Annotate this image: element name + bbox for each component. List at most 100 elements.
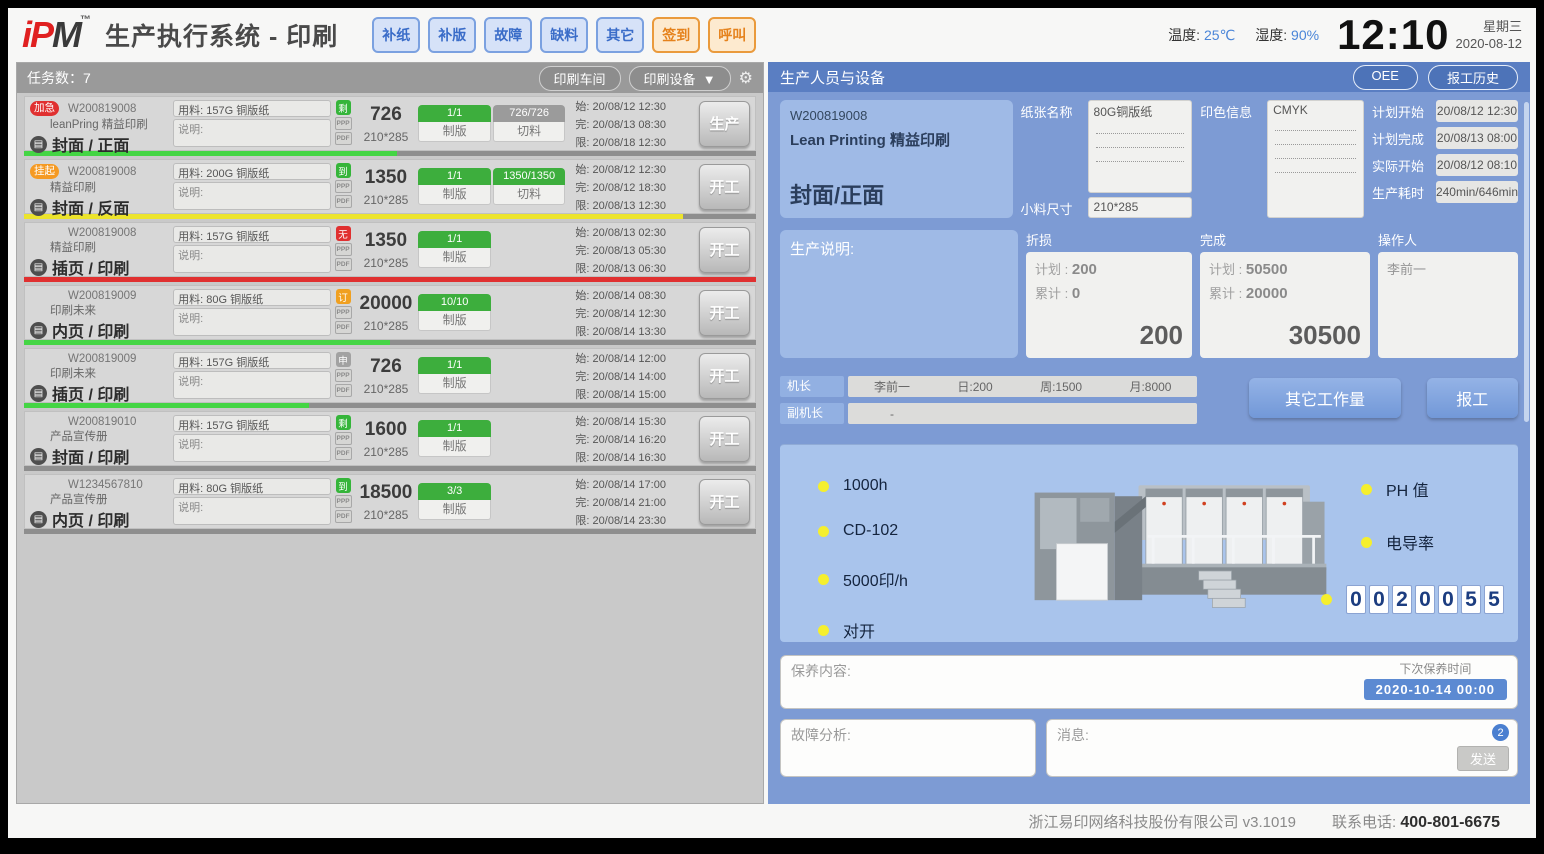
bullet-icon	[1321, 594, 1332, 605]
detail-title: 生产人员与设备	[780, 67, 885, 88]
pdf-file-icon[interactable]: PDF	[335, 447, 352, 460]
pdf-file-icon[interactable]: PDF	[335, 384, 352, 397]
ppp-file-icon[interactable]: PPP	[335, 306, 352, 319]
pdf-file-icon[interactable]: PDF	[335, 510, 352, 523]
task-action-button[interactable]: 生产	[699, 101, 750, 147]
vice-captain-info: -	[848, 403, 1197, 424]
task-name: 精益印刷	[30, 179, 171, 195]
bullet-icon	[818, 481, 829, 492]
message-count-badge: 2	[1492, 724, 1509, 741]
material-status-icon: 无	[336, 226, 351, 241]
task-action-button[interactable]: 开工	[699, 227, 750, 273]
machine-section: 1000h CD-102 5000印/h 对开	[780, 444, 1518, 642]
quantity: 1350	[356, 167, 417, 189]
clock-time: 12:10	[1337, 11, 1449, 59]
task-action-button[interactable]: 开工	[699, 290, 750, 336]
machine-specs-left: 1000h CD-102 5000印/h 对开	[818, 477, 908, 642]
sheet-size: 210*285	[356, 445, 417, 459]
signin-button[interactable]: 签到	[652, 17, 700, 53]
send-button[interactable]: 发送	[1457, 746, 1509, 771]
device-select[interactable]: 印刷设备 ▼	[629, 66, 731, 91]
task-row[interactable]: W200819009 印刷未来 ▤插页 / 印刷 用料: 157G 铜版纸 说明…	[24, 348, 756, 408]
fault-button[interactable]: 故障	[484, 17, 532, 53]
fault-analysis-box[interactable]: 故障分析:	[780, 719, 1036, 777]
quantity: 726	[356, 104, 417, 126]
sheet-size: 210*285	[356, 130, 417, 144]
printing-press-image	[1020, 459, 1330, 631]
oee-button[interactable]: OEE	[1353, 65, 1418, 90]
task-id: W1234567810	[68, 479, 143, 491]
task-id: W200819008	[68, 227, 136, 239]
task-row[interactable]: 挂起W200819008 精益印刷 ▤封面 / 反面 用料: 200G 铜版纸 …	[24, 159, 756, 219]
paper-refill-button[interactable]: 补纸	[372, 17, 420, 53]
ppp-file-icon[interactable]: PPP	[335, 369, 352, 382]
pdf-file-icon[interactable]: PDF	[335, 258, 352, 271]
material-field: 用料: 157G 铜版纸	[173, 415, 331, 432]
task-action-button[interactable]: 开工	[699, 416, 750, 462]
production-note: 生产说明:	[780, 230, 1018, 358]
gear-icon[interactable]: ⚙	[739, 68, 753, 88]
clock-date: 星期三 2020-08-12	[1456, 18, 1523, 52]
paper-info: 纸张名称 80G铜版纸 小料尺寸 210*285	[1021, 100, 1193, 218]
task-times: 始: 20/08/14 08:30完: 20/08/14 12:30限: 20/…	[567, 289, 697, 336]
document-icon: ▤	[30, 322, 47, 339]
paper-name-field[interactable]: 80G铜版纸	[1088, 100, 1193, 193]
call-button[interactable]: 呼叫	[708, 17, 756, 53]
next-maintenance-label: 下次保养时间	[1364, 660, 1507, 677]
material-status-icon: 订	[336, 289, 351, 304]
task-stage: 封面 / 反面	[52, 195, 129, 219]
ppp-file-icon[interactable]: PPP	[335, 243, 352, 256]
plate-refill-button[interactable]: 补版	[428, 17, 476, 53]
ppp-file-icon[interactable]: PPP	[335, 180, 352, 193]
task-action-button[interactable]: 开工	[699, 164, 750, 210]
task-action-button[interactable]: 开工	[699, 353, 750, 399]
task-list-header: 任务数：7 印刷车间 印刷设备 ▼ ⚙	[17, 63, 763, 93]
ink-field[interactable]: CMYK	[1267, 100, 1364, 218]
task-stage: 插页 / 印刷	[52, 255, 129, 279]
other-button[interactable]: 其它	[596, 17, 644, 53]
pdf-file-icon[interactable]: PDF	[335, 321, 352, 334]
quantity: 1350	[356, 230, 417, 252]
task-id: W200819008	[68, 166, 136, 178]
report-history-button[interactable]: 报工历史	[1428, 65, 1518, 90]
shortage-button[interactable]: 缺料	[540, 17, 588, 53]
ppp-file-icon[interactable]: PPP	[335, 432, 352, 445]
material-status-icon: 申	[336, 352, 351, 367]
cut-label: 切料	[493, 185, 566, 205]
vice-captain-label: 副机长	[780, 403, 844, 424]
cut-count-chip: 1350/1350	[493, 168, 566, 185]
sheet-size: 210*285	[356, 193, 417, 207]
material-field: 用料: 80G 铜版纸	[173, 289, 331, 306]
captain-label: 机长	[780, 376, 844, 397]
workshop-button[interactable]: 印刷车间	[539, 66, 621, 91]
operator-name: 李前一	[1387, 259, 1509, 278]
task-name: 印刷未来	[30, 302, 171, 318]
scrollbar[interactable]	[1524, 102, 1529, 422]
task-row[interactable]: W1234567810 产品宣传册 ▤内页 / 印刷 用料: 80G 铜版纸 说…	[24, 474, 756, 534]
task-times: 始: 20/08/12 12:30完: 20/08/12 18:30限: 20/…	[567, 163, 697, 210]
pdf-file-icon[interactable]: PDF	[335, 132, 352, 145]
message-box[interactable]: 消息: 2 发送	[1046, 719, 1518, 777]
pdf-file-icon[interactable]: PDF	[335, 195, 352, 208]
report-work-button[interactable]: 报工	[1427, 378, 1518, 418]
task-row[interactable]: W200819010 产品宣传册 ▤封面 / 印刷 用料: 157G 铜版纸 说…	[24, 411, 756, 471]
note-field: 说明:	[173, 119, 331, 147]
maintenance-box[interactable]: 保养内容: 下次保养时间 2020-10-14 00:00	[780, 655, 1518, 709]
ppp-file-icon[interactable]: PPP	[335, 117, 352, 130]
material-status-icon: 到	[336, 478, 351, 493]
sheet-size-field[interactable]: 210*285	[1088, 197, 1193, 218]
plate-count-chip: 1/1	[418, 357, 491, 374]
task-action-button[interactable]: 开工	[699, 479, 750, 525]
detail-panel: 生产人员与设备 OEE 报工历史 W200819008 Lean Printin…	[768, 62, 1530, 804]
task-row[interactable]: 加急W200819008 leanPring 精益印刷 ▤封面 / 正面 用料:…	[24, 96, 756, 156]
ppp-file-icon[interactable]: PPP	[335, 495, 352, 508]
task-row[interactable]: W200819008 精益印刷 ▤插页 / 印刷 用料: 157G 铜版纸 说明…	[24, 222, 756, 282]
waste-card: 折损 计划 : 200 累计 : 0 200	[1026, 230, 1192, 358]
task-count: 任务数：7	[27, 68, 91, 88]
task-id: W200819009	[68, 290, 136, 302]
quick-buttons: 补纸 补版 故障 缺料 其它 签到 呼叫	[372, 17, 756, 53]
bullet-icon	[1361, 484, 1372, 495]
other-workload-button[interactable]: 其它工作量	[1249, 378, 1400, 418]
job-id: W200819008	[790, 108, 1003, 123]
task-row[interactable]: W200819009 印刷未来 ▤内页 / 印刷 用料: 80G 铜版纸 说明:…	[24, 285, 756, 345]
